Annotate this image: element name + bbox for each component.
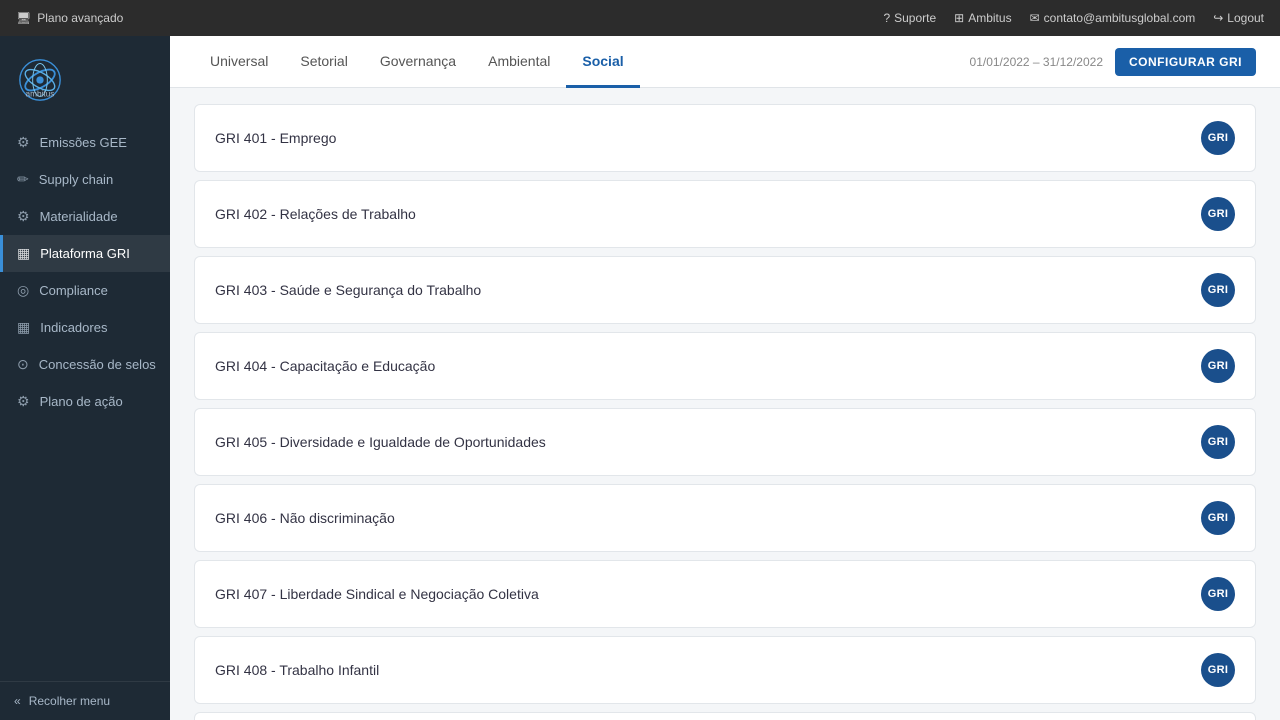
topbar: 🖥 Plano avançado ? Suporte ⊞ Ambitus ✉ c…: [0, 0, 1280, 36]
sidebar-item-emissoes-gee[interactable]: ⚙ Emissões GEE: [0, 124, 170, 161]
gri-item-label: GRI 404 - Capacitação e Educação: [215, 358, 435, 374]
nav-tabs: Universal Setorial Governança Ambiental …: [194, 36, 640, 87]
gri-badge: GRI: [1201, 121, 1235, 155]
plano-acao-icon: ⚙: [17, 393, 30, 410]
sidebar-item-concessao-selos[interactable]: ⊙ Concessão de selos: [0, 346, 170, 383]
gri-item[interactable]: GRI 408 - Trabalho Infantil GRI: [194, 636, 1256, 704]
gri-item[interactable]: GRI 402 - Relações de Trabalho GRI: [194, 180, 1256, 248]
support-link[interactable]: ? Suporte: [883, 11, 936, 25]
sidebar-bottom: « Recolher menu: [0, 681, 170, 720]
gri-badge: GRI: [1201, 273, 1235, 307]
plan-label: Plano avançado: [37, 11, 123, 25]
sidebar-item-label: Indicadores: [40, 320, 107, 335]
plataforma-gri-icon: ▦: [17, 245, 30, 262]
nav-tabs-bar: Universal Setorial Governança Ambiental …: [170, 36, 1280, 88]
concessao-icon: ⊙: [17, 356, 29, 373]
gri-item[interactable]: GRI 407 - Liberdade Sindical e Negociaçã…: [194, 560, 1256, 628]
gri-item-label: GRI 402 - Relações de Trabalho: [215, 206, 416, 222]
compliance-icon: ◎: [17, 282, 29, 299]
sidebar-item-label: Plataforma GRI: [40, 246, 130, 261]
ambitus-icon: ⊞: [954, 11, 964, 25]
gri-item-label: GRI 405 - Diversidade e Igualdade de Opo…: [215, 434, 546, 450]
sidebar-item-label: Materialidade: [40, 209, 118, 224]
gri-item-label: GRI 408 - Trabalho Infantil: [215, 662, 379, 678]
plan-icon: 🖥: [16, 11, 31, 25]
gri-badge: GRI: [1201, 197, 1235, 231]
gri-item-label: GRI 401 - Emprego: [215, 130, 336, 146]
gri-item-label: GRI 407 - Liberdade Sindical e Negociaçã…: [215, 586, 539, 602]
email-link[interactable]: ✉ contato@ambitusglobal.com: [1030, 11, 1196, 25]
email-icon: ✉: [1030, 11, 1040, 25]
gri-badge: GRI: [1201, 349, 1235, 383]
collapse-menu-button[interactable]: « Recolher menu: [14, 694, 156, 708]
tab-universal[interactable]: Universal: [194, 37, 284, 88]
gri-item[interactable]: GRI 401 - Emprego GRI: [194, 104, 1256, 172]
sidebar-item-plataforma-gri[interactable]: ▦ Plataforma GRI: [0, 235, 170, 272]
gri-badge: GRI: [1201, 425, 1235, 459]
gri-badge: GRI: [1201, 653, 1235, 687]
tab-governanca[interactable]: Governança: [364, 37, 472, 88]
sidebar-item-materialidade[interactable]: ⚙ Materialidade: [0, 198, 170, 235]
tab-ambiental[interactable]: Ambiental: [472, 37, 566, 88]
topbar-left: 🖥 Plano avançado: [16, 11, 123, 25]
gri-list: GRI 401 - EmpregoGRIGRI 402 - Relações d…: [170, 88, 1280, 720]
configurar-gri-button[interactable]: CONFIGURAR GRI: [1115, 48, 1256, 76]
supply-chain-icon: ✏: [17, 171, 29, 188]
materialidade-icon: ⚙: [17, 208, 30, 225]
indicadores-icon: ▦: [17, 319, 30, 336]
gri-item[interactable]: GRI 409 - Trabalho Forçado ou Análogo ao…: [194, 712, 1256, 720]
tab-setorial[interactable]: Setorial: [284, 37, 363, 88]
support-icon: ?: [883, 11, 890, 25]
gri-item[interactable]: GRI 403 - Saúde e Segurança do Trabalho G…: [194, 256, 1256, 324]
nav-tabs-right: 01/01/2022 – 31/12/2022 CONFIGURAR GRI: [970, 48, 1256, 76]
logo: ambitus: [16, 56, 64, 104]
content-area: Universal Setorial Governança Ambiental …: [170, 36, 1280, 720]
svg-text:ambitus: ambitus: [26, 90, 55, 99]
date-range: 01/01/2022 – 31/12/2022: [970, 55, 1103, 69]
gri-badge: GRI: [1201, 577, 1235, 611]
gri-item[interactable]: GRI 405 - Diversidade e Igualdade de Opo…: [194, 408, 1256, 476]
sidebar-item-label: Supply chain: [39, 172, 113, 187]
topbar-right: ? Suporte ⊞ Ambitus ✉ contato@ambitusglo…: [883, 11, 1264, 25]
gri-item-label: GRI 406 - Não discriminação: [215, 510, 395, 526]
sidebar: ambitus ⚙ Emissões GEE ✏ Supply chain ⚙ …: [0, 36, 170, 720]
sidebar-item-label: Emissões GEE: [40, 135, 127, 150]
sidebar-item-supply-chain[interactable]: ✏ Supply chain: [0, 161, 170, 198]
sidebar-item-label: Plano de ação: [40, 394, 123, 409]
sidebar-item-indicadores[interactable]: ▦ Indicadores: [0, 309, 170, 346]
gri-item[interactable]: GRI 404 - Capacitação e Educação GRI: [194, 332, 1256, 400]
sidebar-logo: ambitus: [0, 44, 170, 124]
tab-social[interactable]: Social: [566, 37, 639, 88]
gri-item-label: GRI 403 - Saúde e Segurança do Trabalho: [215, 282, 481, 298]
gri-badge: GRI: [1201, 501, 1235, 535]
sidebar-item-plano-acao[interactable]: ⚙ Plano de ação: [0, 383, 170, 420]
logout-link[interactable]: ↪ Logout: [1213, 11, 1264, 25]
emissoes-icon: ⚙: [17, 134, 30, 151]
sidebar-item-label: Concessão de selos: [39, 357, 156, 372]
gri-item[interactable]: GRI 406 - Não discriminação GRI: [194, 484, 1256, 552]
chevron-left-icon: «: [14, 694, 21, 708]
main-layout: ambitus ⚙ Emissões GEE ✏ Supply chain ⚙ …: [0, 36, 1280, 720]
logout-icon: ↪: [1213, 11, 1223, 25]
sidebar-item-compliance[interactable]: ◎ Compliance: [0, 272, 170, 309]
sidebar-item-label: Compliance: [39, 283, 108, 298]
ambitus-link[interactable]: ⊞ Ambitus: [954, 11, 1011, 25]
